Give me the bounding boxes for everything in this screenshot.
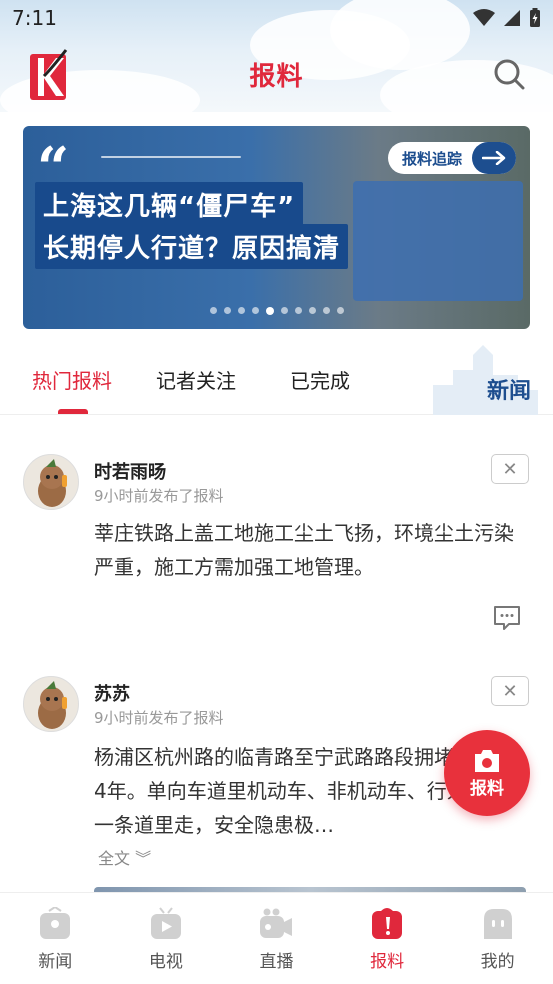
full-text-label: 全文 [98,849,131,868]
camera-icon [475,749,499,772]
carousel-dot[interactable] [209,307,217,314]
banner-headline-1: 上海这几辆“僵尸车” [35,182,304,227]
nav-tv[interactable]: 电视 [111,893,222,984]
profile-icon [483,909,512,939]
carousel-dot[interactable] [265,307,274,315]
news-icon [40,907,71,939]
close-icon: ✕ [502,458,518,480]
avatar-mascot-icon [38,459,67,507]
bottom-navigation: 新闻 电视 直播 报料 我的 [0,892,553,984]
carousel-dot[interactable] [237,307,245,314]
avatar-mascot-icon [38,681,67,729]
banner-carousel[interactable]: “ 上海这几辆“僵尸车” 长期停人行道？原因搞清 报料追踪 [23,126,530,329]
carousel-dot[interactable] [336,307,344,314]
expand-full-text-link[interactable]: 全文 ︾ [98,845,151,869]
nav-news[interactable]: 新闻 [0,893,111,984]
carousel-dots [23,307,530,315]
app-logo-icon[interactable] [30,48,70,100]
status-time: 7:11 [12,6,57,30]
author-name[interactable]: 时若雨旸 [94,458,166,484]
nav-report[interactable]: 报料 [332,893,443,984]
comment-icon[interactable] [493,605,521,631]
carousel-dot[interactable] [294,307,302,314]
dismiss-button[interactable]: ✕ [491,454,529,484]
arrow-right-icon [472,142,516,174]
carousel-dot[interactable] [322,307,330,314]
tab-reporter-focus[interactable]: 记者关注 [156,365,236,394]
carousel-dot[interactable] [251,307,259,314]
dismiss-button[interactable]: ✕ [491,676,529,706]
post-content[interactable]: 莘庄铁路上盖工地施工尘土飞扬，环境尘土污染严重，施工方需加强工地管理。 [94,516,519,584]
tab-completed[interactable]: 已完成 [290,365,350,394]
live-camera-icon [260,908,293,938]
nav-live[interactable]: 直播 [221,893,332,984]
nav-label: 新闻 [38,952,73,972]
tab-hot-reports[interactable]: 热门报料 [32,365,112,394]
author-name[interactable]: 苏苏 [94,680,130,706]
close-icon: ✕ [502,680,518,702]
chevron-down-icon: ︾ [135,849,152,868]
nav-label: 我的 [480,952,515,972]
banner-tag-button[interactable]: 报料追踪 [387,142,516,174]
news-brand-logo: 新闻 [486,378,531,404]
carousel-dot[interactable] [223,307,231,314]
report-fab-button[interactable]: 报料 [444,730,530,816]
tv-icon [150,907,181,939]
status-bar: 7:11 [0,0,553,36]
tab-bar: 热门报料 记者关注 已完成 新闻 [0,345,553,415]
banner-photo [353,181,523,301]
signal-icon [504,10,520,26]
app-header: 报料 [0,36,553,112]
nav-label: 电视 [148,952,183,972]
fab-label: 报料 [470,778,504,799]
tab-indicator [58,409,88,414]
post-time: 9小时前发布了报料 [94,487,224,505]
search-icon[interactable] [493,58,525,90]
post-time: 9小时前发布了报料 [94,709,224,727]
battery-icon [530,8,540,27]
nav-profile[interactable]: 我的 [442,893,553,984]
page-title: 报料 [249,61,304,92]
status-icons [473,8,541,28]
carousel-dot[interactable] [308,307,316,314]
carousel-dot[interactable] [280,307,288,314]
report-icon [372,908,403,939]
wifi-icon [473,9,495,26]
banner-tag-label: 报料追踪 [401,149,462,168]
avatar[interactable] [23,676,79,732]
banner-headline-2: 长期停人行道？原因搞清 [35,224,349,269]
banner-divider [101,156,241,158]
nav-label: 直播 [259,952,294,972]
nav-label: 报料 [370,952,405,972]
avatar[interactable] [23,454,79,510]
